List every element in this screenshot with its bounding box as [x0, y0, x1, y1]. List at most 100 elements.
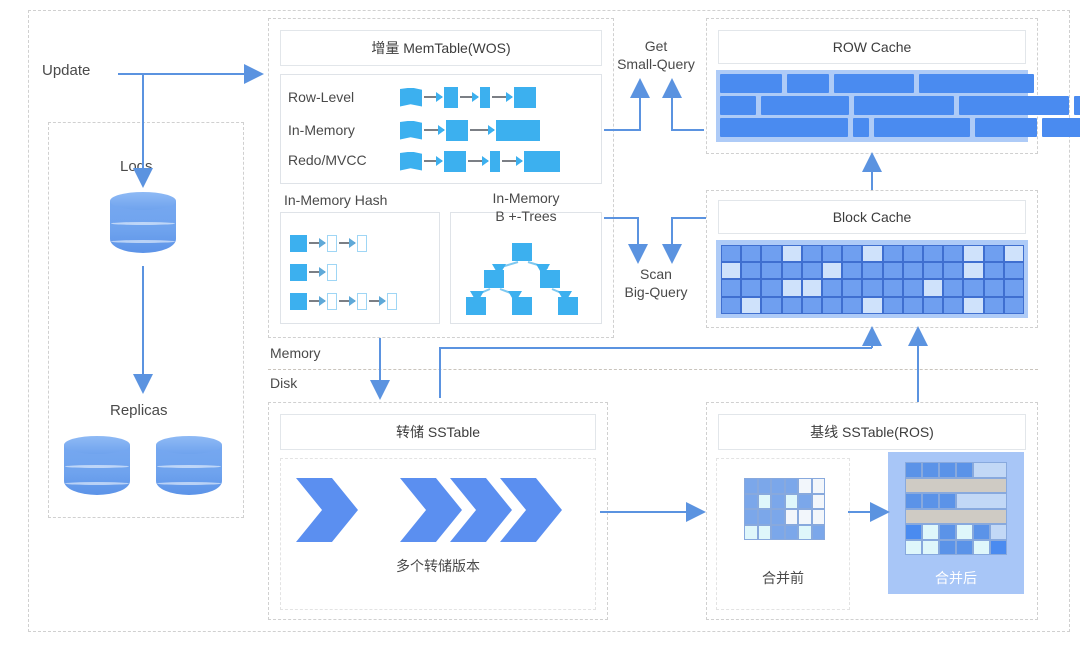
block-cache-cell: [721, 296, 742, 314]
block-cache-cell: [1003, 245, 1024, 263]
hash-node: [357, 292, 367, 310]
chain-arrow-icon: [424, 125, 445, 135]
after-merge-cell: [922, 462, 939, 478]
chain-block: [524, 150, 560, 172]
before-merge-cell: [771, 493, 785, 509]
chain-block: [514, 86, 536, 108]
before-merge-label: 合并前: [762, 570, 804, 586]
chain-arrow-icon: [309, 238, 326, 248]
after-merge-cell: [922, 524, 939, 540]
block-cache-cell: [983, 245, 1004, 263]
memory-label: Memory: [270, 345, 321, 361]
block-cache-cell: [862, 296, 883, 314]
block-cache-cell: [761, 245, 782, 263]
block-cache-cell: [781, 262, 802, 280]
get-small-query-label: Get Small-Query: [617, 38, 695, 72]
block-cache-cell: [963, 279, 984, 297]
chain-block: [444, 86, 458, 108]
logs-label: Logs: [120, 158, 153, 175]
hash-node: [327, 292, 337, 310]
memtable-row-label-1: In-Memory: [288, 122, 355, 138]
memtable-chain-1: [400, 118, 540, 142]
before-merge-cell: [784, 509, 798, 525]
after-merge-cell: [990, 524, 1007, 540]
row-cache-block: [1042, 118, 1080, 137]
before-merge-cell: [771, 509, 785, 525]
btree-node-root: [512, 243, 532, 261]
after-merge-cell: [905, 524, 922, 540]
after-merge-cell: [973, 462, 1007, 478]
before-merge-cell: [784, 493, 798, 509]
block-cache-cell: [1003, 262, 1024, 280]
after-merge-cell: [956, 493, 1007, 509]
block-cache-cell: [761, 279, 782, 297]
before-merge-cell: [798, 478, 812, 494]
before-merge-cell: [757, 478, 771, 494]
logs-cylinder: [110, 192, 176, 262]
chain-block: [444, 150, 466, 172]
before-merge-cell: [757, 493, 771, 509]
btree-node-l2-1: [512, 297, 532, 315]
block-cache-cell: [902, 296, 923, 314]
block-cache-cell: [862, 262, 883, 280]
before-merge-cell: [744, 509, 758, 525]
row-cache-block: [834, 74, 914, 93]
row-cache-block: [975, 118, 1037, 137]
chain-arrow-icon: [339, 238, 356, 248]
block-cache-cell: [801, 245, 822, 263]
block-cache-cell: [902, 245, 923, 263]
chain-flag-icon: [400, 120, 422, 140]
hash-bucket: [290, 234, 307, 252]
memtable-row-label-0: Row-Level: [288, 89, 355, 105]
chain-arrow-icon: [460, 92, 479, 102]
block-cache-cell: [761, 296, 782, 314]
block-cache-cell: [923, 262, 944, 280]
before-merge-cell: [811, 509, 825, 525]
before-merge-cell: [798, 509, 812, 525]
block-cache-cell: [822, 279, 843, 297]
block-cache-cell: [741, 262, 762, 280]
before-merge-cell: [744, 493, 758, 509]
block-cache-cell: [1003, 296, 1024, 314]
chain-arrow-icon: [468, 156, 489, 166]
before-merge-cell: [744, 524, 758, 540]
row-cache-block: [919, 74, 1034, 93]
row-cache-block: [854, 96, 954, 115]
block-cache-cell: [902, 279, 923, 297]
dump-sstable-caption: 多个转储版本: [396, 558, 480, 574]
block-cache-cell: [842, 296, 863, 314]
btree-node-l1-1: [540, 270, 560, 288]
row-cache-title: ROW Cache: [718, 30, 1026, 64]
after-merge-cell: [939, 524, 956, 540]
after-merge-cell: [905, 462, 922, 478]
memtable-title: 增量 MemTable(WOS): [280, 30, 602, 66]
scan-big-query-label: Scan Big-Query: [624, 266, 688, 300]
row-cache-block: [720, 74, 782, 93]
hash-node: [327, 263, 337, 281]
hash-node: [357, 234, 367, 252]
block-cache-cell: [923, 279, 944, 297]
chain-block: [490, 150, 500, 172]
block-cache-cell: [882, 245, 903, 263]
after-merge-cell: [922, 539, 939, 555]
hash-bucket: [290, 263, 307, 281]
block-cache-cell: [923, 245, 944, 263]
block-cache-cell: [842, 262, 863, 280]
block-cache-cell: [882, 296, 903, 314]
block-cache-cell: [862, 279, 883, 297]
chain-arrow-icon: [424, 156, 443, 166]
block-cache-cell: [943, 279, 964, 297]
btree-node-l1-0: [484, 270, 504, 288]
btree-node-l2-2: [558, 297, 578, 315]
after-merge-cell: [905, 493, 922, 509]
row-cache-block: [720, 118, 848, 137]
chain-arrow-icon: [309, 296, 326, 306]
block-cache-cell: [963, 245, 984, 263]
before-merge-cell: [744, 478, 758, 494]
row-cache-block: [853, 118, 869, 137]
block-cache-cell: [801, 296, 822, 314]
hash-chain-1: [290, 261, 337, 283]
after-merge-cell: [939, 462, 956, 478]
dump-sstable-title: 转储 SSTable: [280, 414, 596, 450]
block-cache-cell: [741, 296, 762, 314]
